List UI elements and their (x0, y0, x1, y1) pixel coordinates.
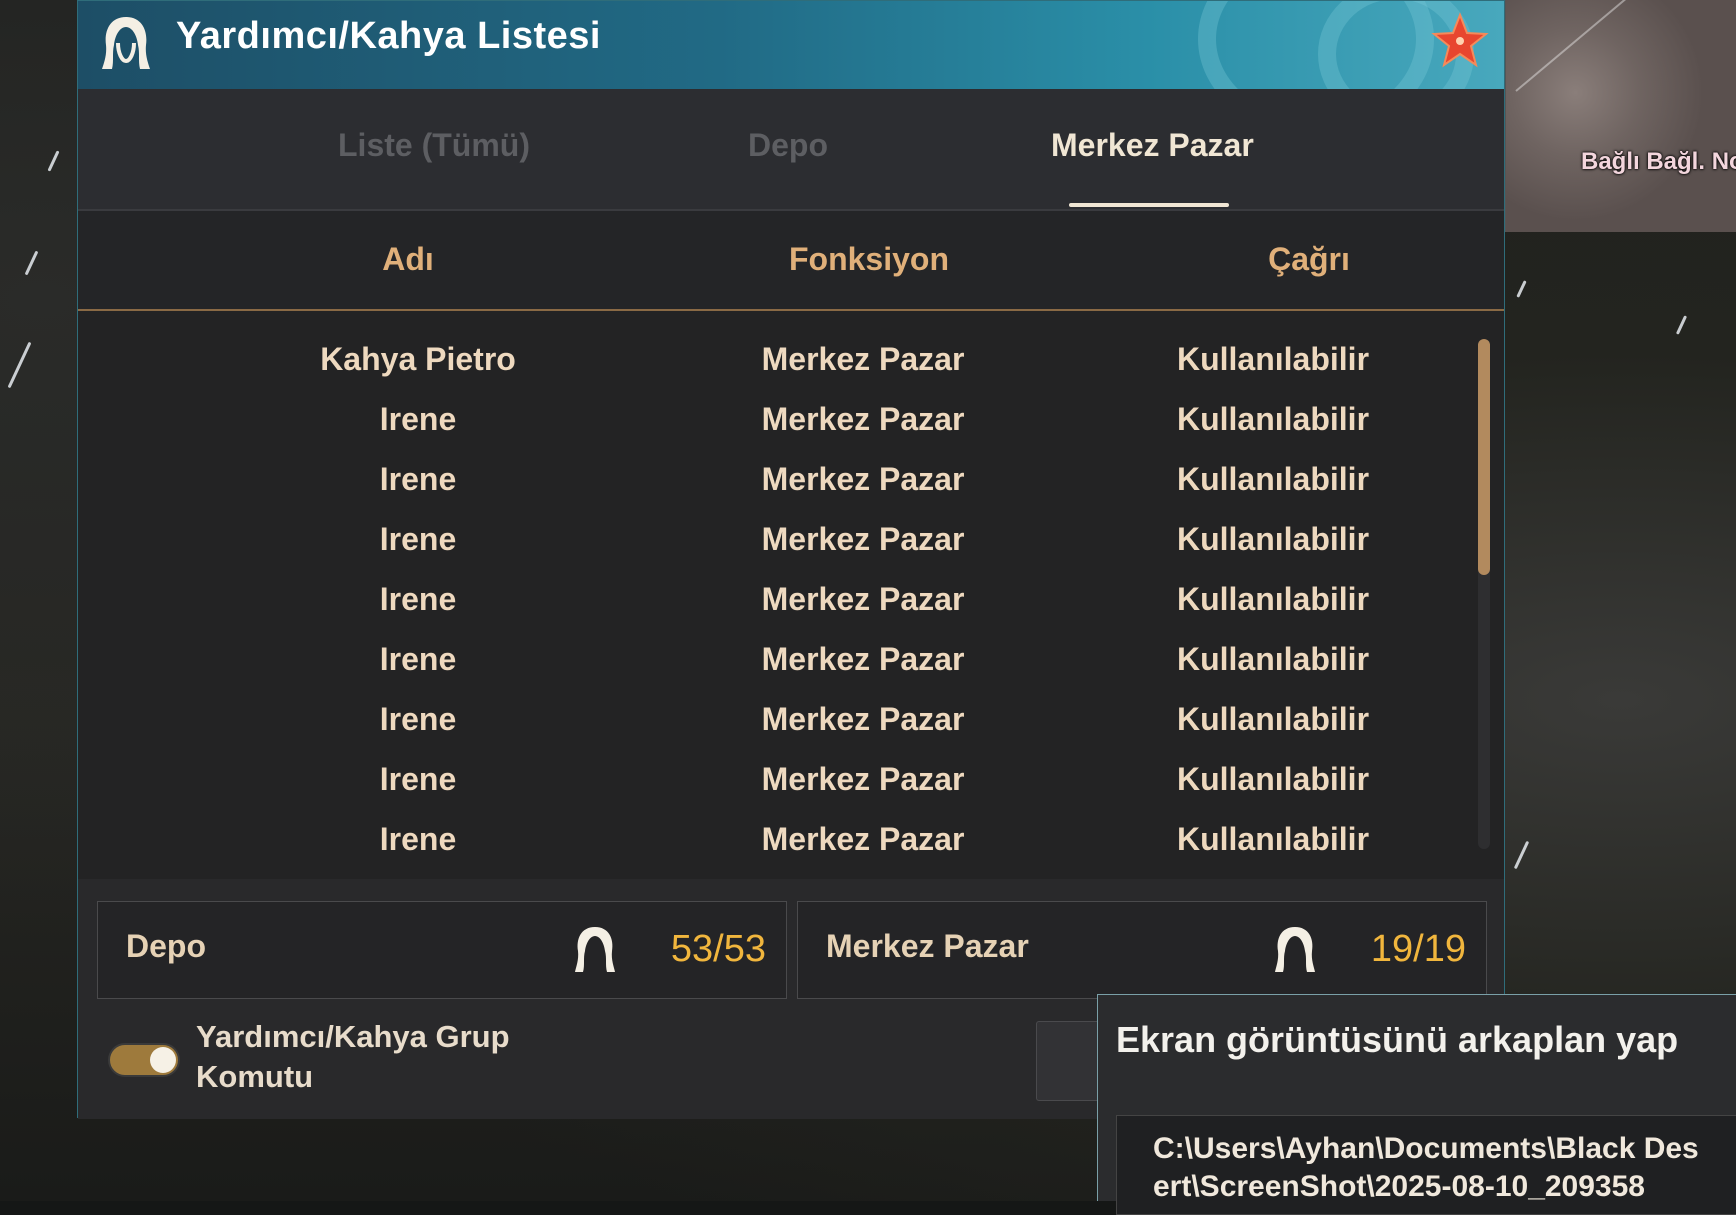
row-function: Merkez Pazar (761, 341, 965, 377)
maid-list-window: Yardımcı/Kahya Listesi Liste (Tümü) Depo… (77, 0, 1505, 1119)
maid-silhouette-icon (575, 927, 615, 972)
row-function: Merkez Pazar (761, 581, 965, 617)
table-row[interactable]: Irene Merkez Pazar Kullanılabilir (78, 749, 1458, 809)
active-tab-indicator (1069, 203, 1229, 207)
column-header-name[interactable]: Adı (258, 241, 558, 278)
minimap[interactable]: Bağlı Bağl. No (1505, 0, 1736, 232)
column-header-function[interactable]: Fonksiyon (719, 241, 1019, 278)
depot-label: Depo (126, 928, 206, 964)
screenshot-path-text: C:\Users\Ayhan\Documents\Black Desert\Sc… (1153, 1132, 1699, 1203)
row-call-status: Kullanılabilir (1176, 581, 1370, 617)
group-command-label-line1: Yardımcı/Kahya Grup (196, 1019, 510, 1054)
window-title: Yardımcı/Kahya Listesi (176, 15, 601, 57)
row-function: Merkez Pazar (761, 401, 965, 437)
table-row[interactable]: Irene Merkez Pazar Kullanılabilir (78, 509, 1458, 569)
tab-depot[interactable]: Depo (748, 127, 828, 164)
market-capacity-box: Merkez Pazar 19/19 (797, 901, 1487, 999)
group-command-label: Yardımcı/Kahya Grup Komutu (196, 1017, 510, 1097)
row-name: Irene (379, 641, 457, 677)
row-name: Irene (379, 821, 457, 857)
row-call-status: Kullanılabilir (1176, 341, 1370, 377)
row-call-status: Kullanılabilir (1176, 761, 1370, 797)
row-name: Irene (379, 761, 457, 797)
row-function: Merkez Pazar (761, 761, 965, 797)
row-call-status: Kullanılabilir (1176, 821, 1370, 857)
group-command-label-line2: Komutu (196, 1059, 314, 1094)
list-scrollbar[interactable] (1478, 339, 1490, 849)
table-row[interactable]: Irene Merkez Pazar Kullanılabilir (78, 569, 1458, 629)
table-row[interactable]: Kahya Pietro Merkez Pazar Kullanılabilir (78, 329, 1458, 389)
row-name: Kahya Pietro (320, 341, 516, 377)
row-name: Irene (379, 581, 457, 617)
row-function: Merkez Pazar (761, 461, 965, 497)
tab-bar: Liste (Tümü) Depo Merkez Pazar (78, 89, 1504, 211)
screenshot-popup: Ekran görüntüsünü arkaplan yap C:\Users\… (1097, 994, 1736, 1215)
minimap-route-line (1515, 0, 1663, 92)
row-call-status: Kullanılabilir (1176, 521, 1370, 557)
popup-title[interactable]: Ekran görüntüsünü arkaplan yap (1116, 1019, 1678, 1061)
tab-list-all[interactable]: Liste (Tümü) (338, 127, 530, 164)
column-header-call[interactable]: Çağrı (1159, 241, 1459, 278)
row-name: Irene (379, 401, 457, 437)
table-row[interactable]: Irene Merkez Pazar Kullanılabilir (78, 689, 1458, 749)
table-row[interactable]: Irene Merkez Pazar Kullanılabilir (78, 449, 1458, 509)
column-header-row: Adı Fonksiyon Çağrı (78, 211, 1504, 311)
market-count: 19/19 (1370, 928, 1466, 970)
row-name: Irene (379, 521, 457, 557)
minimap-label: Bağlı Bağl. No (1581, 148, 1736, 175)
row-name: Irene (379, 701, 457, 737)
row-name: Irene (379, 461, 457, 497)
title-bar[interactable]: Yardımcı/Kahya Listesi (78, 1, 1504, 89)
row-call-status: Kullanılabilir (1176, 701, 1370, 737)
maid-silhouette-icon (1275, 927, 1315, 972)
depot-count: 53/53 (670, 928, 766, 970)
market-label: Merkez Pazar (826, 928, 1029, 964)
maid-silhouette-icon (102, 17, 150, 69)
depot-capacity-box: Depo 53/53 (97, 901, 787, 999)
table-row[interactable]: Irene Merkez Pazar Kullanılabilir (78, 389, 1458, 449)
row-call-status: Kullanılabilir (1176, 461, 1370, 497)
group-command-toggle[interactable] (108, 1043, 180, 1077)
row-function: Merkez Pazar (761, 521, 965, 557)
table-row[interactable]: Irene Merkez Pazar Kullanılabilir (78, 629, 1458, 689)
screenshot-path-box[interactable]: C:\Users\Ayhan\Documents\Black Desert\Sc… (1116, 1115, 1736, 1215)
toggle-knob (150, 1047, 176, 1073)
row-function: Merkez Pazar (761, 641, 965, 677)
row-call-status: Kullanılabilir (1176, 401, 1370, 437)
table-row[interactable]: Irene Merkez Pazar Kullanılabilir (78, 809, 1458, 869)
row-call-status: Kullanılabilir (1176, 641, 1370, 677)
scrollbar-thumb[interactable] (1478, 339, 1490, 575)
row-function: Merkez Pazar (761, 701, 965, 737)
tab-central-market[interactable]: Merkez Pazar (1051, 127, 1254, 164)
maid-list: Kahya Pietro Merkez Pazar Kullanılabilir… (78, 311, 1504, 879)
starfish-close-icon[interactable] (1430, 11, 1490, 71)
row-function: Merkez Pazar (761, 821, 965, 857)
